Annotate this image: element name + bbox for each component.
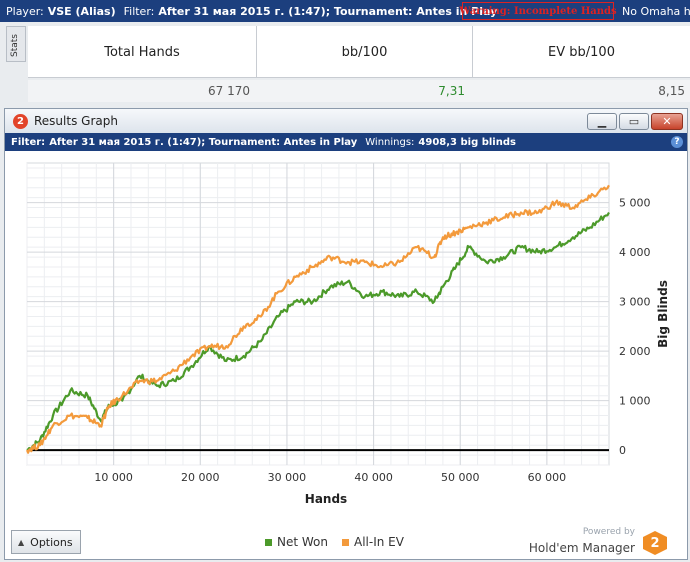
y-axis-title: Big Blinds: [656, 280, 670, 348]
graph-filter-value[interactable]: After 31 мая 2015 г. (1:47); Tournament:…: [49, 137, 357, 148]
minimize-icon: ▁: [597, 115, 607, 128]
brand-block: Powered by Hold'em Manager 2: [521, 527, 681, 559]
y-tick-label: 0: [619, 444, 626, 457]
graph-filter-bar: Filter: After 31 мая 2015 г. (1:47); Tou…: [5, 133, 687, 151]
stats-value-row[interactable]: 67 170 7,31 8,15: [28, 80, 690, 102]
column-header-total-hands[interactable]: Total Hands: [28, 26, 257, 78]
help-icon[interactable]: ?: [671, 136, 683, 148]
options-button[interactable]: ▲ Options: [11, 530, 81, 554]
bb100-value: 7,31: [438, 84, 465, 98]
x-tick-label: 50 000: [441, 471, 480, 484]
results-graph-chart[interactable]: 10 000 20 000 30 000 40 000 50 000 60 000 0 1 0…: [5, 151, 687, 527]
player-value[interactable]: VSE (Alias): [48, 5, 116, 18]
window-title: Results Graph: [34, 114, 118, 128]
legend-label-all-in-ev: All-In EV: [354, 535, 404, 549]
y-tick-label: 2 000: [619, 345, 651, 358]
player-filter-bar: Player: VSE (Alias) Filter: After 31 мая…: [0, 0, 690, 22]
powered-by-text: Powered by: [582, 527, 635, 537]
options-label: Options: [30, 535, 73, 549]
graph-footer: ▲ Options Net Won All-In EV Powered by H…: [5, 527, 687, 559]
app-root: Player: VSE (Alias) Filter: After 31 мая…: [0, 0, 690, 562]
stats-header-row: Total Hands bb/100 EV bb/100: [28, 26, 690, 78]
graph-filter-label: Filter:: [11, 136, 46, 148]
y-tick-label: 5 000: [619, 197, 651, 210]
legend-item-net-won[interactable]: Net Won: [265, 535, 328, 549]
x-tick-label: 10 000: [94, 471, 133, 484]
y-tick-label: 1 000: [619, 395, 651, 408]
stats-tab-label: Stats: [10, 34, 20, 57]
x-tick-label: 40 000: [354, 471, 393, 484]
incomplete-hands-warning[interactable]: Warning: Incomplete Hands: [459, 2, 617, 20]
legend-swatch-all-in-ev: [342, 538, 349, 546]
x-tick-label: 60 000: [528, 471, 567, 484]
y-tick-label: 4 000: [619, 246, 651, 259]
legend-label-net-won: Net Won: [277, 535, 328, 549]
results-graph-window: 2 Results Graph ▁ ▭ ✕ Filter: After 31 м…: [4, 108, 688, 560]
column-header-ev-bb100[interactable]: EV bb/100: [473, 26, 690, 78]
y-tick-label: 3 000: [619, 296, 651, 309]
plot-area: [26, 162, 610, 466]
filter-value[interactable]: After 31 мая 2015 г. (1:47); Tournament:…: [158, 5, 497, 18]
filter-label: Filter:: [123, 4, 155, 18]
game-type-filter[interactable]: No Omaha hai: [622, 0, 690, 22]
legend-item-all-in-ev[interactable]: All-In EV: [342, 535, 404, 549]
minimize-button[interactable]: ▁: [587, 113, 617, 130]
hm2-logo-icon: 2: [13, 113, 28, 129]
legend-swatch-net-won: [265, 538, 272, 546]
maximize-button[interactable]: ▭: [619, 113, 649, 130]
x-axis-title: Hands: [305, 492, 347, 506]
stats-side-tab[interactable]: Stats: [6, 26, 26, 62]
player-label: Player:: [6, 4, 44, 18]
column-header-bb100[interactable]: bb/100: [257, 26, 473, 78]
x-tick-label: 30 000: [268, 471, 307, 484]
x-tick-label: 20 000: [181, 471, 220, 484]
close-icon: ✕: [662, 115, 672, 128]
window-titlebar[interactable]: 2 Results Graph ▁ ▭ ✕: [5, 109, 687, 133]
chart-legend: Net Won All-In EV: [265, 535, 418, 549]
hm2-brand-logo-icon: 2: [643, 531, 667, 555]
winnings-value: 4908,3 big blinds: [418, 136, 516, 148]
close-button[interactable]: ✕: [651, 113, 683, 130]
winnings-label: Winnings:: [365, 136, 415, 148]
ev-bb100-value: 8,15: [658, 84, 685, 98]
expand-up-icon: ▲: [18, 537, 25, 547]
maximize-icon: ▭: [628, 115, 640, 128]
brand-name: Hold'em Manager: [528, 541, 635, 555]
total-hands-value: 67 170: [208, 84, 250, 98]
